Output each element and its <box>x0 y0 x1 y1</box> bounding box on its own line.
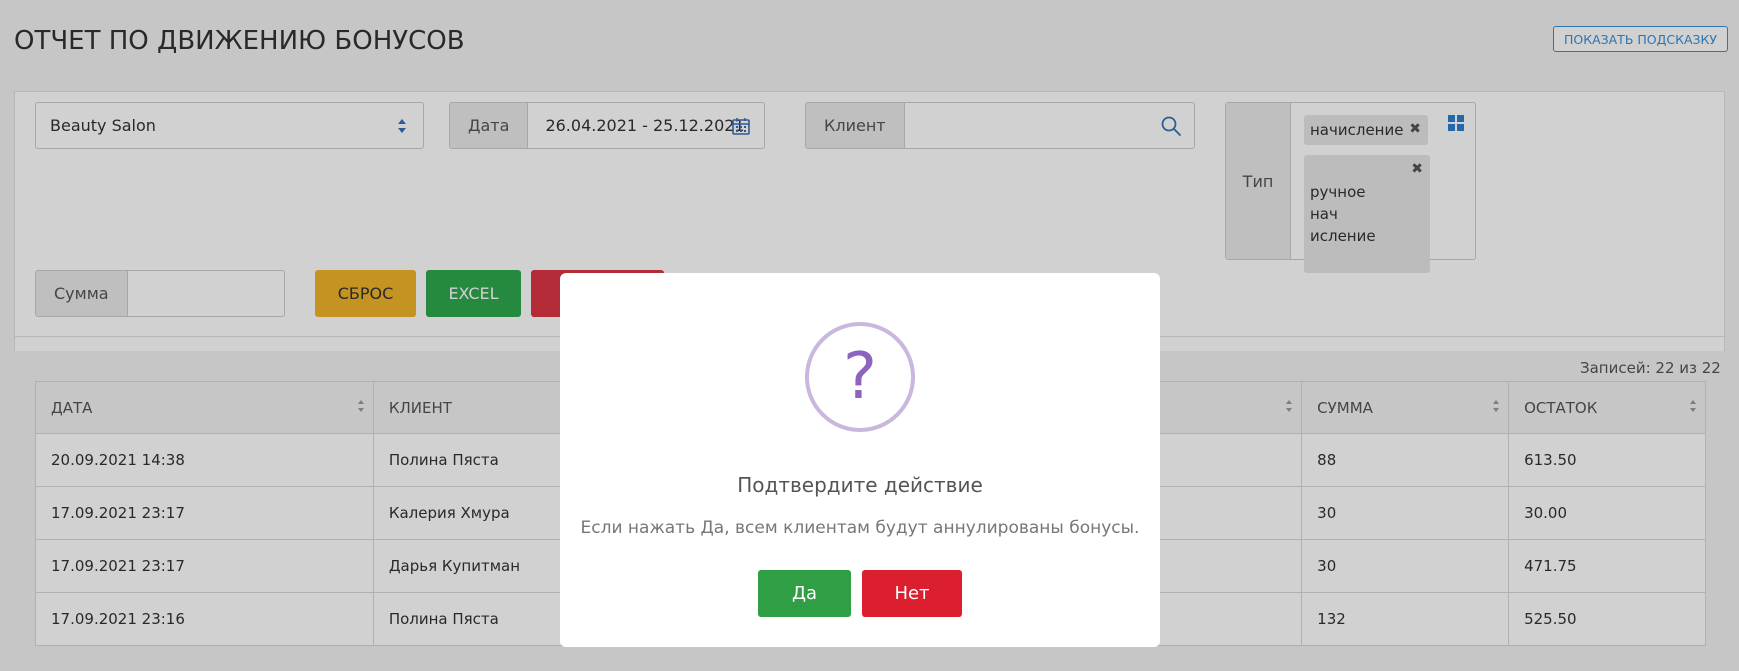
confirm-no-button[interactable]: Нет <box>862 570 962 617</box>
confirm-dialog: ? Подтвердите действие Если нажать Да, в… <box>560 273 1160 647</box>
dialog-message: Если нажать Да, всем клиентам будут анну… <box>580 518 1140 538</box>
dialog-title: Подтвердите действие <box>737 473 983 497</box>
confirm-yes-button[interactable]: Да <box>758 570 851 617</box>
question-icon: ? <box>805 322 915 432</box>
